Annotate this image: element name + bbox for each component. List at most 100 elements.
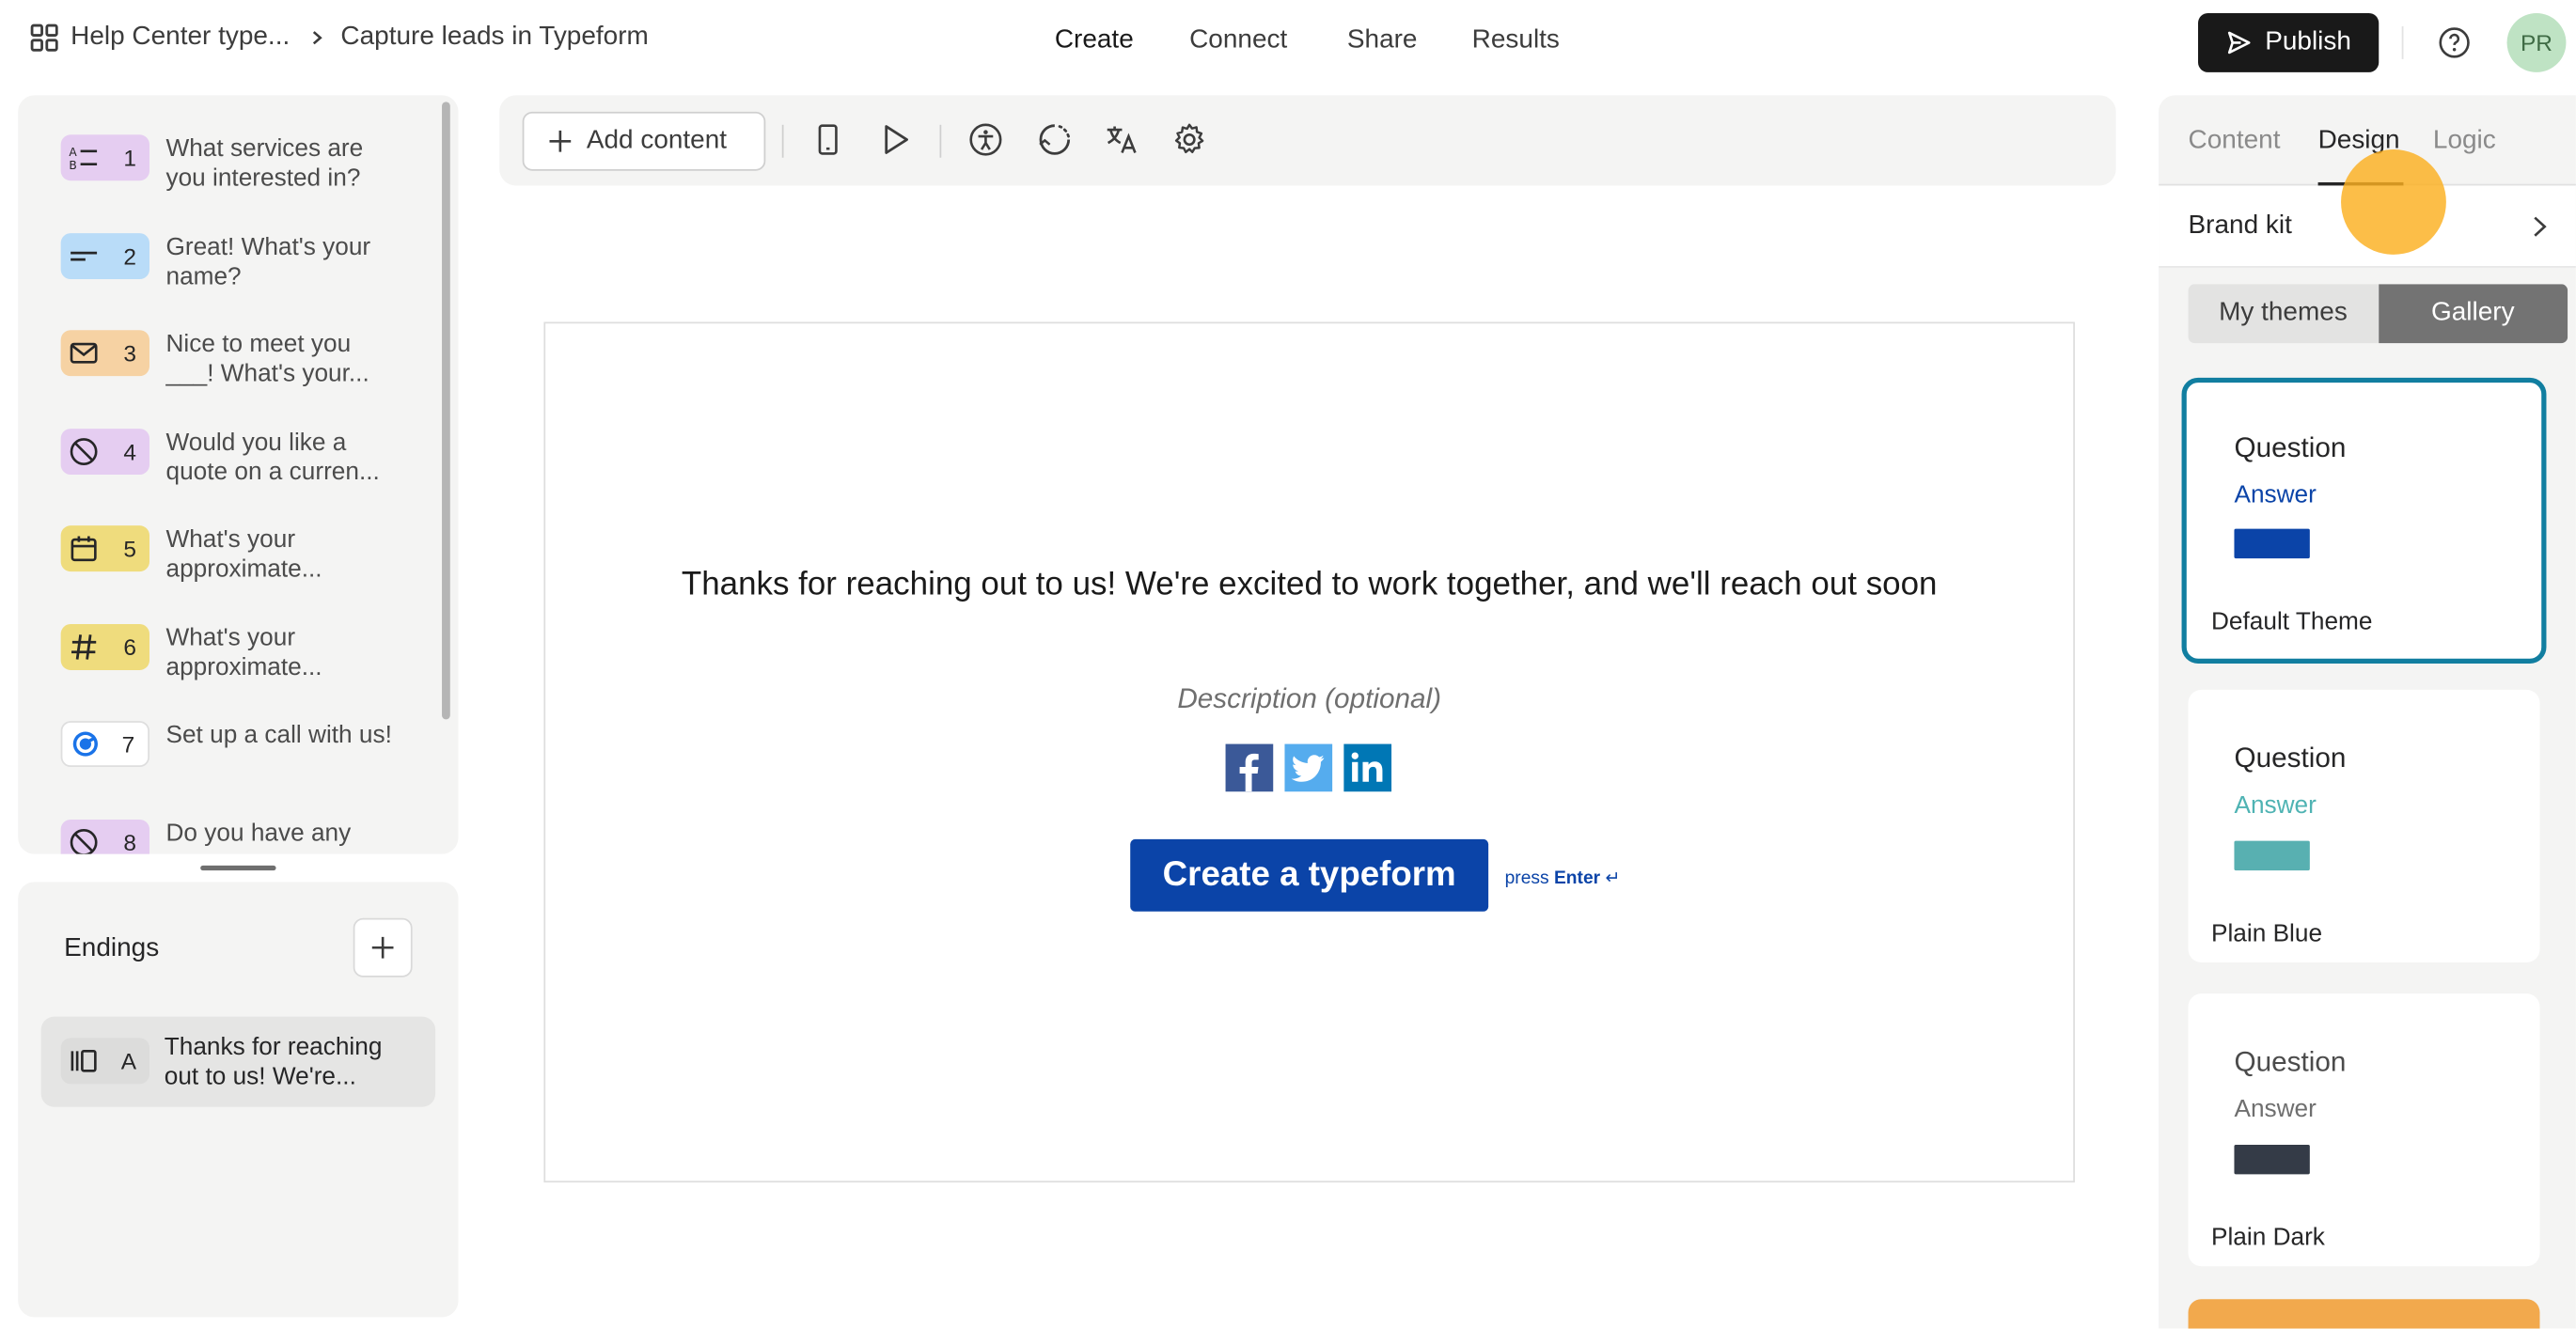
theme-name: Plain Blue (2211, 919, 2323, 948)
short-text-icon (69, 242, 98, 271)
panel-resize-handle[interactable] (200, 865, 276, 871)
typeform-editor: Help Center type... Capture leads in Typ… (0, 0, 2576, 1329)
chevron-right-icon (2534, 216, 2547, 237)
design-panel: Content Design Logic Brand kit My themes… (2159, 95, 2576, 1329)
theme-answer-preview: Answer (2234, 791, 2317, 820)
nav-create[interactable]: Create (1055, 26, 1134, 55)
theme-button-swatch (2234, 1144, 2310, 1175)
theme-source-toggle: My themes Gallery (2188, 284, 2568, 344)
question-item-8[interactable]: 8 Do you have any (60, 819, 396, 854)
plus-icon (547, 128, 573, 154)
question-title: What services are you interested in? (165, 134, 364, 193)
question-number: 6 (123, 633, 137, 661)
theme-card-plain-blue[interactable]: Question Answer Plain Blue (2188, 689, 2540, 962)
tab-content[interactable]: Content (2189, 127, 2281, 156)
endings-title: Endings (64, 934, 160, 962)
ending-message[interactable]: Thanks for reaching out to us! We're exc… (545, 562, 2073, 610)
no-entry-icon (69, 828, 98, 854)
breadcrumb-form-title[interactable]: Capture leads in Typeform (340, 23, 648, 52)
calendar-icon (69, 534, 98, 563)
question-list: AB 1 What services are you interested in… (18, 95, 459, 854)
avatar[interactable]: PR (2506, 12, 2567, 72)
svg-text:B: B (69, 159, 76, 172)
description-placeholder[interactable]: Description (optional) (545, 683, 2073, 716)
hint-key: Enter (1553, 868, 1601, 889)
add-ending-button[interactable] (353, 917, 413, 977)
top-bar: Help Center type... Capture leads in Typ… (0, 0, 2576, 86)
accessibility-icon[interactable] (967, 121, 1003, 157)
theme-card-default[interactable]: Question Answer Default Theme (2181, 377, 2547, 664)
twitter-icon[interactable] (1284, 743, 1333, 792)
plus-icon (369, 934, 396, 961)
breadcrumb: Help Center type... Capture leads in Typ… (29, 23, 649, 52)
theme-card-plain-dark[interactable]: Question Answer Plain Dark (2188, 993, 2540, 1267)
ending-title: Thanks for reaching out to us! We're... (164, 1033, 383, 1091)
question-type-badge: 2 (60, 233, 150, 280)
svg-text:A: A (69, 146, 77, 159)
my-themes-tab[interactable]: My themes (2188, 284, 2379, 344)
nav-results[interactable]: Results (1472, 26, 1560, 55)
question-type-badge: 7 (60, 721, 150, 768)
ending-item-a[interactable]: A Thanks for reaching out to us! We're..… (40, 1016, 436, 1107)
multiple-choice-icon: AB (69, 143, 98, 172)
question-number: 1 (123, 144, 137, 171)
chevron-right-icon (309, 29, 325, 45)
send-icon (2225, 29, 2252, 55)
question-title: Set up a call with us! (165, 721, 392, 749)
settings-icon[interactable] (1171, 121, 1207, 157)
create-typeform-button[interactable]: Create a typeform (1130, 838, 1489, 912)
theme-question-preview: Question (2234, 431, 2347, 463)
click-cursor-indicator (2341, 149, 2446, 255)
question-item-2[interactable]: 2 Great! What's your name? (60, 233, 396, 292)
question-item-3[interactable]: 3 Nice to meet you ___! What's your... (60, 330, 396, 389)
question-item-7[interactable]: 7 Set up a call with us! (60, 721, 396, 768)
question-number: 5 (123, 535, 137, 562)
divider (781, 124, 784, 158)
theme-button-swatch (2234, 528, 2310, 559)
add-content-button[interactable]: Add content (522, 111, 766, 171)
theme-answer-preview: Answer (2234, 1095, 2317, 1124)
question-title: What's your approximate... (165, 525, 322, 584)
play-icon[interactable] (877, 121, 913, 157)
question-type-badge: 4 (60, 429, 150, 475)
question-title: Nice to meet you ___! What's your... (165, 330, 369, 388)
nav-share[interactable]: Share (1347, 26, 1418, 55)
nav-connect[interactable]: Connect (1189, 26, 1287, 55)
tab-logic[interactable]: Logic (2433, 127, 2496, 156)
question-type-badge: 6 (60, 624, 150, 670)
theme-name: Default Theme (2211, 607, 2373, 636)
theme-question-preview: Question (2234, 1046, 2347, 1078)
publish-label: Publish (2265, 27, 2351, 56)
endings-panel: Endings A Thanks for reaching out to us!… (18, 882, 459, 1318)
breadcrumb-workspace[interactable]: Help Center type... (71, 23, 290, 52)
publish-button[interactable]: Publish (2198, 12, 2380, 72)
editor-toolbar: Add content (499, 95, 2116, 186)
question-item-6[interactable]: 6 What's your approximate... (60, 624, 396, 683)
question-title: Great! What's your name? (165, 233, 371, 291)
email-icon (69, 338, 98, 367)
brand-kit-label: Brand kit (2188, 211, 2292, 241)
question-title: What's your approximate... (165, 624, 322, 682)
question-type-badge: 8 (60, 819, 150, 854)
question-item-1[interactable]: AB 1 What services are you interested in… (60, 134, 396, 194)
gallery-tab[interactable]: Gallery (2378, 284, 2568, 344)
question-list-scrollbar[interactable] (442, 102, 450, 720)
facebook-icon[interactable] (1225, 743, 1274, 792)
apps-grid-icon[interactable] (29, 23, 58, 52)
question-title: Would you like a quote on a curren... (165, 429, 380, 487)
translate-icon[interactable] (1104, 121, 1139, 157)
question-number: 3 (123, 339, 137, 367)
help-icon[interactable] (2438, 26, 2471, 59)
question-item-5[interactable]: 5 What's your approximate... (60, 525, 396, 585)
loading-icon[interactable] (1037, 121, 1073, 157)
divider (939, 124, 942, 158)
social-share-icons (1225, 743, 1392, 792)
question-item-4[interactable]: 4 Would you like a quote on a curren... (60, 429, 396, 488)
calendly-icon (71, 729, 100, 758)
form-preview-canvas[interactable]: Thanks for reaching out to us! We're exc… (543, 321, 2075, 1183)
ending-badge: A (60, 1038, 150, 1085)
linkedin-icon[interactable] (1343, 743, 1392, 792)
mobile-preview-icon[interactable] (809, 121, 845, 157)
theme-card-peek[interactable] (2188, 1299, 2540, 1329)
theme-name: Plain Dark (2211, 1223, 2325, 1252)
